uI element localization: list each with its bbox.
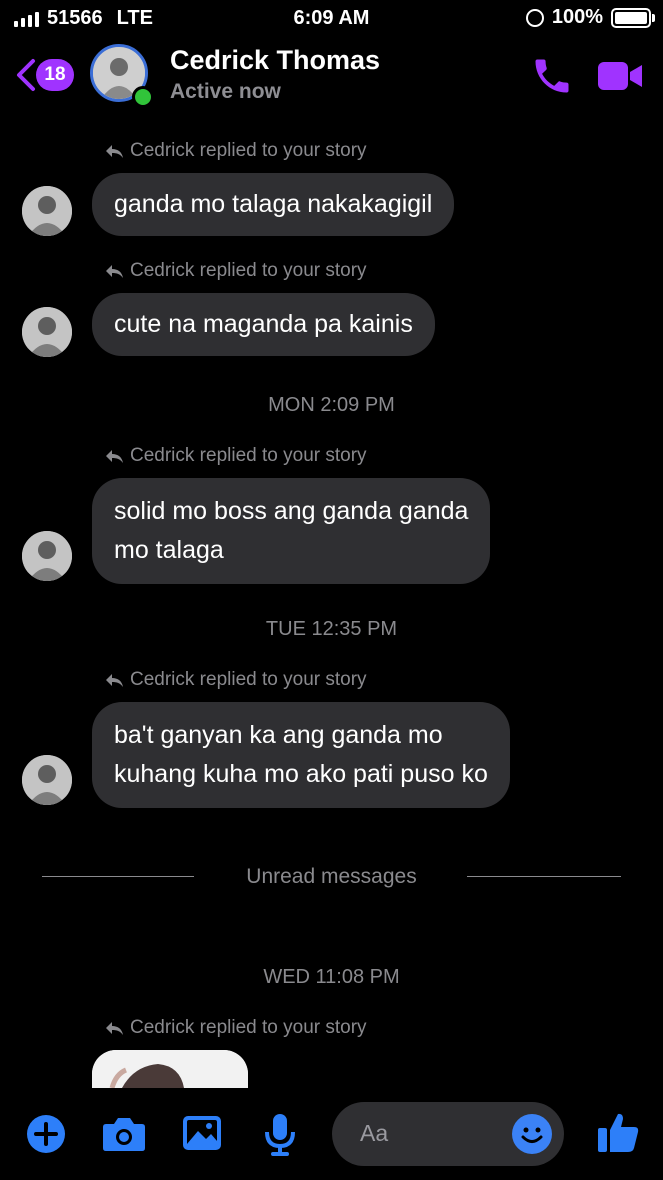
story-reply-note: Cedrick replied to your story xyxy=(104,140,367,162)
plus-icon xyxy=(27,1115,65,1153)
message-text-line: mo talaga xyxy=(114,536,224,564)
microphone-icon xyxy=(265,1114,295,1156)
reply-arrow-icon xyxy=(106,450,123,463)
chat-header: 18 Cedrick Thomas Active now xyxy=(0,36,663,118)
timestamp-separator: TUE 12:35 PM xyxy=(265,618,398,640)
message-text-line: kuhang kuha mo ako pati puso ko xyxy=(114,760,488,788)
story-thumbnail[interactable] xyxy=(92,1050,248,1088)
camera-icon xyxy=(103,1118,145,1151)
orientation-lock-icon xyxy=(525,8,544,27)
story-reply-note: Cedrick replied to your story xyxy=(104,1017,367,1039)
story-reply-label: Cedrick replied to your story xyxy=(130,669,367,690)
message-input-placeholder: Aa xyxy=(360,1120,389,1146)
story-reply-label: Cedrick replied to your story xyxy=(130,260,367,281)
message-bubble[interactable]: ba't ganyan ka ang ganda mo kuhang kuha … xyxy=(92,702,510,808)
unread-divider-label: Unread messages xyxy=(246,865,417,888)
voice-message-button[interactable] xyxy=(264,1112,296,1161)
battery-icon xyxy=(611,7,655,28)
thumbs-up-icon xyxy=(598,1113,639,1152)
story-reply-label: Cedrick replied to your story xyxy=(130,140,367,161)
back-chevron-icon xyxy=(17,59,35,91)
online-indicator xyxy=(132,86,154,108)
avatar[interactable] xyxy=(22,307,72,357)
video-call-button[interactable] xyxy=(596,56,644,96)
reply-arrow-icon xyxy=(106,674,123,687)
like-button[interactable] xyxy=(596,1110,640,1159)
back-button[interactable]: 18 xyxy=(14,58,74,92)
contact-name[interactable]: Cedrick Thomas xyxy=(170,45,380,76)
message-text-line: ba't ganyan ka ang ganda mo xyxy=(114,721,443,749)
timestamp-separator: WED 11:08 PM xyxy=(263,966,400,988)
reply-arrow-icon xyxy=(106,265,123,278)
composer-bar: Aa xyxy=(0,1092,663,1180)
timestamp-separator: MON 2:09 PM xyxy=(268,394,395,416)
gallery-button[interactable] xyxy=(182,1115,222,1156)
avatar[interactable] xyxy=(22,755,72,805)
contact-presence: Active now xyxy=(170,80,281,103)
message-text-line: solid mo boss ang ganda ganda xyxy=(114,497,469,525)
message-input[interactable]: Aa xyxy=(332,1102,564,1166)
story-reply-note: Cedrick replied to your story xyxy=(104,445,367,467)
message-bubble[interactable]: solid mo boss ang ganda ganda mo talaga xyxy=(92,478,491,584)
message-text: ganda mo talaga nakakagigil xyxy=(114,190,433,218)
divider-line-right xyxy=(467,876,621,877)
avatar[interactable] xyxy=(22,531,72,581)
story-reply-label: Cedrick replied to your story xyxy=(130,1017,367,1038)
status-right: 100% xyxy=(525,6,655,29)
avatar[interactable] xyxy=(22,186,72,236)
story-reply-note: Cedrick replied to your story xyxy=(104,260,367,282)
camera-button[interactable] xyxy=(102,1116,146,1157)
unread-badge: 18 xyxy=(36,59,74,91)
phone-icon xyxy=(535,59,569,93)
more-actions-button[interactable] xyxy=(26,1114,66,1159)
video-camera-icon xyxy=(598,62,642,90)
message-text: cute na maganda pa kainis xyxy=(114,310,413,338)
reply-arrow-icon xyxy=(106,145,123,158)
story-reply-note: Cedrick replied to your story xyxy=(104,669,367,691)
voice-call-button[interactable] xyxy=(530,54,574,98)
message-bubble[interactable]: cute na maganda pa kainis xyxy=(92,293,435,356)
emoji-button[interactable] xyxy=(512,1114,552,1154)
status-bar: 51566 LTE 6:09 AM 100% xyxy=(0,0,663,36)
story-reply-label: Cedrick replied to your story xyxy=(130,445,367,466)
battery-percent: 100% xyxy=(551,6,603,28)
message-bubble[interactable]: ganda mo talaga nakakagigil xyxy=(92,173,455,236)
reply-arrow-icon xyxy=(106,1022,123,1035)
emoji-icon xyxy=(513,1115,551,1153)
gallery-icon xyxy=(183,1116,221,1150)
